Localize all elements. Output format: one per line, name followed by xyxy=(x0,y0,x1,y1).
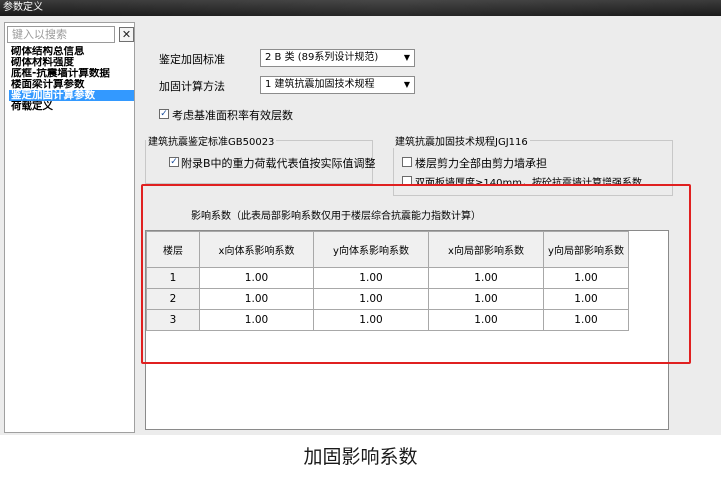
sidebar-nav: 砌体结构总信息 砌体材料强度 底框-抗震墙计算数据 楼面梁计算参数 鉴定加固计算… xyxy=(9,46,134,112)
window-title: 参数定义 xyxy=(3,2,43,13)
method-select-value: 1 建筑抗震加固技术规程 xyxy=(265,79,375,90)
standard-select[interactable]: 2 B 类 (89系列设计规范) ▼ xyxy=(260,49,415,67)
sidebar-item-load-definition[interactable]: 荷载定义 xyxy=(9,101,134,112)
title-bar: 参数定义 xyxy=(0,0,721,16)
standard-label: 鉴定加固标准 xyxy=(159,53,225,66)
search-box[interactable] xyxy=(7,26,115,43)
sidebar-item-appraisal-reinforcement[interactable]: 鉴定加固计算参数 xyxy=(9,90,134,101)
chevron-down-icon: ▼ xyxy=(403,53,410,62)
base-area-checkbox[interactable]: ✓ xyxy=(159,109,169,119)
gb50023-group-title: 建筑抗震鉴定标准GB50023 xyxy=(146,133,277,148)
base-area-checkbox-label: 考虑基准面积率有效层数 xyxy=(172,109,293,122)
figure-caption: 加固影响系数 xyxy=(303,446,418,468)
search-input[interactable] xyxy=(8,27,114,42)
gravity-load-checkbox-label: 附录B中的重力荷载代表值按实际值调整 xyxy=(181,157,376,170)
method-select[interactable]: 1 建筑抗震加固技术规程 ▼ xyxy=(260,76,415,94)
gravity-load-checkbox[interactable]: ✓ xyxy=(169,157,179,167)
chevron-down-icon: ▼ xyxy=(403,80,410,89)
method-label: 加固计算方法 xyxy=(159,80,225,93)
title-bar-gradient xyxy=(60,0,721,16)
sidebar: ✕ 砌体结构总信息 砌体材料强度 底框-抗震墙计算数据 楼面梁计算参数 鉴定加固… xyxy=(4,22,135,433)
highlight-annotation-frame xyxy=(141,184,691,364)
story-shear-checkbox-label: 楼层剪力全部由剪力墙承担 xyxy=(415,157,547,170)
sidebar-item-masonry-general[interactable]: 砌体结构总信息 xyxy=(9,46,134,57)
sidebar-item-frame-seismic-wall[interactable]: 底框-抗震墙计算数据 xyxy=(9,68,134,79)
standard-select-value: 2 B 类 (89系列设计规范) xyxy=(265,52,379,63)
story-shear-checkbox[interactable] xyxy=(402,157,412,167)
sidebar-item-floor-beam[interactable]: 楼面梁计算参数 xyxy=(9,79,134,90)
sidebar-item-masonry-material[interactable]: 砌体材料强度 xyxy=(9,57,134,68)
jgj116-group-title: 建筑抗震加固技术规程JGJ116 xyxy=(393,133,530,148)
parameter-definition-window: 参数定义 ✕ 砌体结构总信息 砌体材料强度 底框-抗震墙计算数据 楼面梁计算参数… xyxy=(0,0,721,435)
clear-search-button[interactable]: ✕ xyxy=(119,27,134,42)
